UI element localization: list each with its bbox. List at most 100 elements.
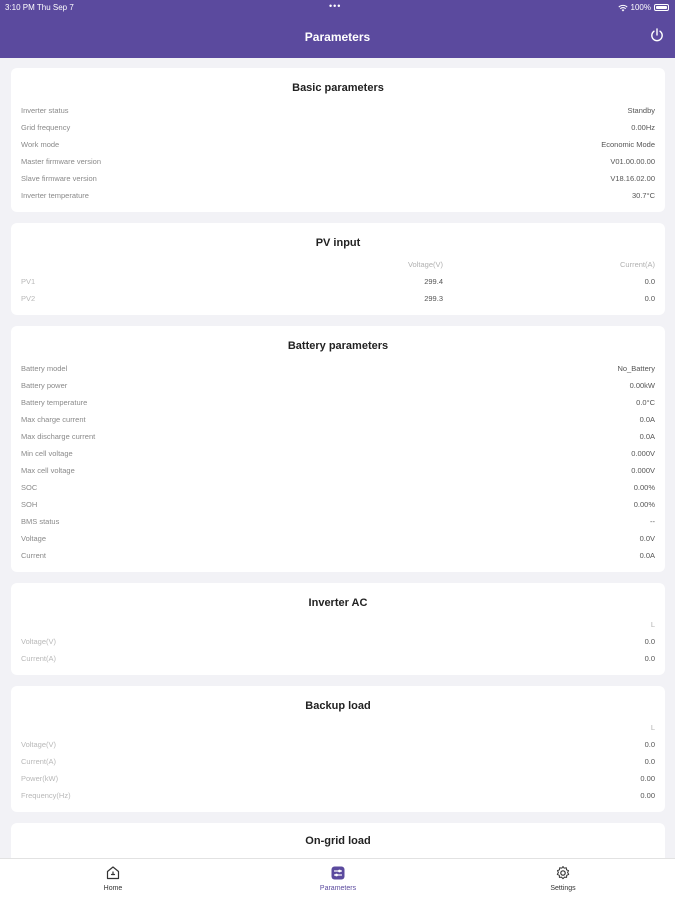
param-label: SOC bbox=[21, 483, 38, 492]
param-row: SOH 0.00% bbox=[21, 500, 655, 512]
param-row: Max cell voltage 0.000V bbox=[21, 466, 655, 478]
param-value: Economic Mode bbox=[601, 140, 655, 149]
param-label: Grid frequency bbox=[21, 123, 71, 132]
param-label: Max discharge current bbox=[21, 432, 96, 441]
tab-label: Parameters bbox=[319, 885, 357, 892]
param-value: 0.00 bbox=[640, 774, 655, 783]
param-label: Max charge current bbox=[21, 415, 86, 424]
param-row: Max charge current 0.0A bbox=[21, 415, 655, 427]
param-value: 0.000V bbox=[631, 449, 655, 458]
param-row: Battery power 0.00kW bbox=[21, 381, 655, 393]
param-value: No_Battery bbox=[617, 364, 655, 373]
param-label: Battery temperature bbox=[21, 398, 88, 407]
param-value: 0.0A bbox=[639, 432, 655, 441]
param-label: Slave firmware version bbox=[21, 174, 97, 183]
card-title: PV input bbox=[315, 237, 361, 249]
param-row: Work mode Economic Mode bbox=[21, 140, 655, 152]
basic-parameters-card: Basic parameters Inverter status Standby… bbox=[11, 68, 665, 212]
param-label: Inverter temperature bbox=[21, 191, 89, 200]
param-value: V01.00.00.00 bbox=[610, 157, 655, 166]
param-row: Battery model No_Battery bbox=[21, 364, 655, 376]
param-value: 0.0A bbox=[639, 415, 655, 424]
voltage-value: 299.4 bbox=[424, 277, 443, 286]
param-label: Work mode bbox=[21, 140, 60, 149]
card-title: Inverter AC bbox=[308, 597, 368, 609]
column-header: Current(A) bbox=[619, 260, 655, 269]
current-value: 0.0 bbox=[644, 294, 655, 303]
param-row: Voltage 0.0V bbox=[21, 534, 655, 546]
param-label: PV1 bbox=[21, 277, 36, 286]
page-title: Parameters bbox=[304, 30, 371, 44]
param-label: Battery model bbox=[21, 364, 68, 373]
param-row: Min cell voltage 0.000V bbox=[21, 449, 655, 461]
inverter-ac-card: Inverter AC L Voltage(V) 0.0 Current(A) … bbox=[11, 583, 665, 675]
param-value: 0.0A bbox=[639, 551, 655, 560]
param-value: 0.00 bbox=[640, 791, 655, 800]
param-value: 0.0 bbox=[644, 757, 655, 766]
column-header: Voltage(V) bbox=[407, 260, 443, 269]
wifi-icon bbox=[617, 4, 628, 11]
card-title: Basic parameters bbox=[292, 82, 384, 94]
param-row: Voltage(V) 0.0 bbox=[21, 740, 655, 752]
param-label: Voltage bbox=[21, 534, 47, 543]
param-value: 0.00Hz bbox=[631, 123, 655, 132]
param-row: Inverter temperature 30.7°C bbox=[21, 191, 655, 203]
param-label: Inverter status bbox=[21, 106, 69, 115]
param-value: 0.0V bbox=[639, 534, 655, 543]
param-value: Standby bbox=[627, 106, 655, 115]
param-row: Slave firmware version V18.16.02.00 bbox=[21, 174, 655, 186]
status-bar: 3:10 PM Thu Sep 7 ••• 100% bbox=[0, 0, 675, 14]
status-right: 100% bbox=[617, 3, 669, 12]
card-title: Backup load bbox=[305, 700, 371, 712]
column-header-row: Voltage(V) Current(A) bbox=[21, 260, 655, 272]
column-header: L bbox=[650, 723, 655, 732]
status-time: 3:10 PM Thu Sep 7 bbox=[5, 3, 74, 12]
multitasking-dots[interactable]: ••• bbox=[329, 1, 341, 11]
gear-icon bbox=[556, 866, 570, 880]
param-row: Current(A) 0.0 bbox=[21, 757, 655, 769]
param-label: Min cell voltage bbox=[21, 449, 73, 458]
param-value: 0.0 bbox=[644, 637, 655, 646]
param-value: 0.00% bbox=[633, 483, 655, 492]
app-header: 3:10 PM Thu Sep 7 ••• 100% Parameters bbox=[0, 0, 675, 58]
param-row: PV1 299.4 0.0 bbox=[21, 277, 655, 289]
param-row: Max discharge current 0.0A bbox=[21, 432, 655, 444]
tab-label: Settings bbox=[550, 885, 576, 892]
param-label: PV2 bbox=[21, 294, 36, 303]
column-header-row: L bbox=[21, 723, 655, 735]
battery-percent: 100% bbox=[630, 3, 651, 12]
param-label: Current(A) bbox=[21, 654, 57, 663]
param-value: 0.00% bbox=[633, 500, 655, 509]
param-value: 0.0 bbox=[644, 654, 655, 663]
tab-label: Home bbox=[103, 885, 123, 892]
param-label: Current bbox=[21, 551, 47, 560]
parameters-icon bbox=[331, 866, 345, 880]
pv-input-card: PV input Voltage(V) Current(A) PV1 299.4… bbox=[11, 223, 665, 315]
param-label: Power(kW) bbox=[21, 774, 59, 783]
column-header: L bbox=[650, 620, 655, 629]
param-value: 0.0°C bbox=[636, 398, 655, 407]
parameters-list[interactable]: Basic parameters Inverter status Standby… bbox=[0, 58, 675, 858]
param-label: Battery power bbox=[21, 381, 68, 390]
power-icon[interactable] bbox=[649, 27, 665, 43]
param-row: Voltage(V) 0.0 bbox=[21, 637, 655, 649]
param-label: Frequency(Hz) bbox=[21, 791, 71, 800]
param-row: Current(A) 0.0 bbox=[21, 654, 655, 666]
param-label: Current(A) bbox=[21, 757, 57, 766]
param-row: Master firmware version V01.00.00.00 bbox=[21, 157, 655, 169]
card-title: Battery parameters bbox=[287, 340, 389, 352]
param-label: SOH bbox=[21, 500, 38, 509]
current-value: 0.0 bbox=[644, 277, 655, 286]
param-label: Voltage(V) bbox=[21, 637, 57, 646]
tab-parameters[interactable]: Parameters bbox=[298, 865, 378, 892]
tab-settings[interactable]: Settings bbox=[523, 865, 603, 892]
card-title: On-grid load bbox=[305, 835, 371, 847]
battery-parameters-card: Battery parameters Battery model No_Batt… bbox=[11, 326, 665, 572]
param-row: SOC 0.00% bbox=[21, 483, 655, 495]
param-row: Frequency(Hz) 0.00 bbox=[21, 791, 655, 803]
param-row: Power(kW) 0.00 bbox=[21, 774, 655, 786]
tab-home[interactable]: Home bbox=[73, 865, 153, 892]
param-row: Battery temperature 0.0°C bbox=[21, 398, 655, 410]
param-value: 0.0 bbox=[644, 740, 655, 749]
param-label: Master firmware version bbox=[21, 157, 102, 166]
